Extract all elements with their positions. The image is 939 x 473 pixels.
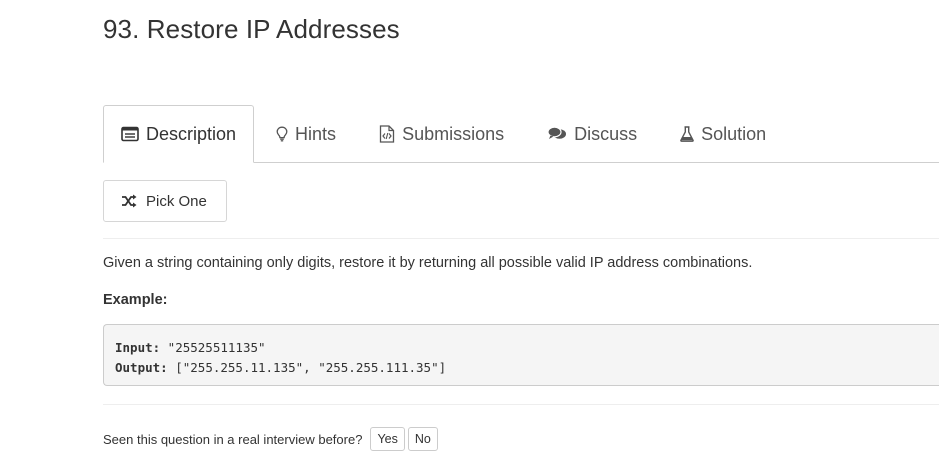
tab-solution[interactable]: Solution <box>657 105 786 163</box>
input-value: "25525511135" <box>160 340 266 355</box>
example-code-block: Input: "25525511135" Output: ["255.255.1… <box>103 324 939 386</box>
pick-one-button[interactable]: Pick One <box>103 180 227 222</box>
flask-icon <box>680 126 694 142</box>
tab-submissions-label: Submissions <box>402 123 505 144</box>
tab-hints-label: Hints <box>295 123 337 144</box>
output-value: ["255.255.11.135", "255.255.111.35"] <box>167 360 447 375</box>
interview-question-text: Seen this question in a real interview b… <box>103 431 363 447</box>
tab-discuss[interactable]: Discuss <box>524 105 657 163</box>
no-button[interactable]: No <box>407 427 438 451</box>
comments-icon <box>547 126 567 142</box>
page-title: 93. Restore IP Addresses <box>103 14 400 44</box>
tab-submissions[interactable]: Submissions <box>356 105 524 163</box>
pick-one-label: Pick One <box>146 192 207 210</box>
example-heading: Example: <box>103 292 168 308</box>
tab-hints[interactable]: Hints <box>254 105 356 163</box>
tab-bar: Description Hints Submissions Discuss So… <box>103 105 786 163</box>
tab-description[interactable]: Description <box>103 105 255 163</box>
tab-solution-label: Solution <box>701 123 767 144</box>
input-key: Input: <box>115 340 161 355</box>
example-input-line: Input: "25525511135" <box>115 338 939 358</box>
shuffle-icon <box>121 194 137 208</box>
list-icon <box>121 126 139 142</box>
yes-button[interactable]: Yes <box>370 427 405 451</box>
code-file-icon <box>379 125 395 143</box>
interview-feedback: Seen this question in a real interview b… <box>103 427 441 451</box>
problem-description: Given a string containing only digits, r… <box>103 255 753 271</box>
problem-page: 93. Restore IP Addresses Description Hin… <box>0 0 939 473</box>
tab-description-label: Description <box>146 123 237 144</box>
divider <box>103 404 939 405</box>
example-output-line: Output: ["255.255.11.135", "255.255.111.… <box>115 358 939 378</box>
divider <box>103 238 939 239</box>
tab-discuss-label: Discuss <box>574 123 638 144</box>
lightbulb-icon <box>276 126 288 142</box>
output-key: Output: <box>115 360 168 375</box>
